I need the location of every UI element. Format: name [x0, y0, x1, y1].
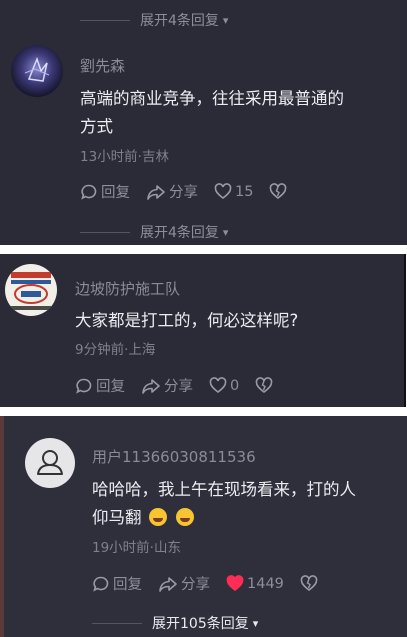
comment-text-line: 方式: [80, 117, 113, 136]
avatar[interactable]: [25, 438, 75, 488]
panel-edge: [0, 416, 4, 637]
user-silhouette-icon: [37, 450, 63, 475]
expand-replies-button[interactable]: 展开4条回复 ▾: [80, 10, 228, 30]
share-arrow-icon: [142, 378, 160, 394]
expand-replies-label: 展开4条回复: [140, 225, 219, 241]
comment-actions: 回复 分享 15: [80, 181, 306, 202]
expand-replies-button[interactable]: 展开4条回复 ▾: [80, 222, 228, 242]
like-count: 1449: [247, 575, 284, 592]
dislike-button[interactable]: [300, 575, 321, 592]
comment-actions: 回复 分享 0: [75, 375, 292, 396]
comment-panel-3: 用户11366030811536 哈哈哈，我上午在现场看来，打的人 仰马翻 19…: [0, 416, 407, 637]
share-button[interactable]: 分享: [158, 573, 210, 594]
divider: [80, 231, 130, 233]
reply-button[interactable]: 回复: [75, 375, 125, 396]
broken-heart-icon: [300, 575, 318, 592]
comment-actions: 回复 分享 1449: [92, 573, 337, 594]
like-count: 0: [230, 377, 240, 394]
chevron-down-icon: ▾: [222, 13, 229, 27]
divider: [80, 19, 130, 21]
chevron-down-icon: ▾: [222, 225, 229, 239]
dislike-button[interactable]: [255, 377, 276, 394]
share-arrow-icon: [159, 576, 177, 592]
share-arrow-icon: [147, 184, 165, 200]
comment-meta: 13小时前·吉林: [80, 149, 169, 165]
like-button[interactable]: 0: [209, 377, 239, 394]
comment-text-line: 哈哈哈，我上午在现场看来，打的人: [92, 480, 356, 499]
expand-replies-label: 展开4条回复: [140, 13, 219, 29]
reply-label: 回复: [96, 379, 125, 395]
comment-text-line: 高端的商业竞争，往往采用最普通的: [80, 89, 344, 108]
comment-panel-2: 边坡防护施工队 大家都是打工的，何必这样呢? 9分钟前·上海 回复 分享 0: [0, 254, 406, 407]
avatar[interactable]: [5, 264, 57, 316]
comment-text: 高端的商业竞争，往往采用最普通的 方式: [80, 85, 344, 141]
comment-text-line: 大家都是打工的，何必这样呢?: [75, 311, 299, 330]
broken-heart-icon: [270, 183, 287, 200]
share-label: 分享: [181, 577, 210, 593]
dislike-button[interactable]: [269, 183, 290, 200]
reply-label: 回复: [113, 577, 142, 593]
panel-edge: [404, 254, 406, 407]
like-count: 15: [235, 183, 254, 200]
reply-button[interactable]: 回复: [92, 573, 142, 594]
heart-icon: [226, 575, 244, 592]
heart-icon: [214, 183, 232, 200]
rolling-laughing-emoji-icon: [176, 508, 194, 526]
comment-text-fragment: 仰马翻: [92, 508, 142, 527]
comment-panel-1: 展开4条回复 ▾ 劉先森 高端的商业竞争，往往采用最普通的 方式 13小时前·吉…: [0, 0, 407, 245]
rolling-laughing-emoji-icon: [148, 508, 167, 526]
broken-heart-icon: [255, 377, 273, 394]
comment-meta: 9分钟前·上海: [75, 342, 156, 358]
avatar[interactable]: [11, 45, 63, 97]
username[interactable]: 劉先森: [80, 55, 125, 76]
comment-meta: 19小时前·山东: [92, 540, 181, 556]
comment-text: 大家都是打工的，何必这样呢?: [75, 307, 298, 335]
avatar-art-icon: [24, 56, 50, 82]
comment-bubble-icon: [76, 378, 92, 394]
username[interactable]: 边坡防护施工队: [75, 278, 180, 299]
chevron-down-icon: ▾: [252, 616, 259, 630]
share-label: 分享: [169, 185, 198, 201]
username[interactable]: 用户11366030811536: [92, 446, 256, 467]
share-label: 分享: [164, 379, 193, 395]
share-button[interactable]: 分享: [141, 375, 193, 396]
reply-label: 回复: [101, 185, 130, 201]
comment-bubble-icon: [93, 576, 109, 592]
divider: [92, 622, 142, 624]
avatar-art-icon: [11, 272, 51, 310]
like-button[interactable]: 15: [214, 183, 253, 200]
share-button[interactable]: 分享: [146, 181, 198, 202]
expand-replies-button[interactable]: 展开105条回复 ▾: [92, 613, 258, 633]
comment-text-line: 仰马翻: [92, 504, 356, 532]
like-button[interactable]: 1449: [226, 575, 284, 592]
comment-text: 哈哈哈，我上午在现场看来，打的人 仰马翻: [92, 476, 356, 532]
comment-bubble-icon: [81, 184, 97, 200]
expand-replies-label: 展开105条回复: [152, 616, 249, 632]
reply-button[interactable]: 回复: [80, 181, 130, 202]
heart-icon: [209, 377, 227, 394]
